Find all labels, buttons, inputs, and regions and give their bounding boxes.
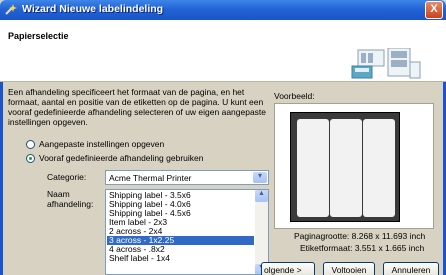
- chevron-down-icon[interactable]: ▾: [253, 171, 267, 183]
- preview-box: [274, 103, 434, 229]
- predefined-layout-radio[interactable]: [26, 153, 35, 163]
- label-sheets-icon: [351, 48, 421, 79]
- title-bar: Wizard Nieuwe labelindeling X: [0, 0, 446, 20]
- category-select[interactable]: Acme Thermal Printer ▾: [105, 170, 269, 185]
- label-column: [330, 119, 362, 217]
- custom-settings-radio[interactable]: [26, 139, 35, 149]
- label-column: [363, 119, 395, 217]
- layout-name-label: Naam: [47, 189, 70, 199]
- label-format-value: 3.551 x 1.665 inch: [354, 243, 425, 253]
- layout-list[interactable]: Shipping label - 3.5x6 Shipping label - …: [105, 189, 269, 275]
- scroll-up-icon[interactable]: ▲: [255, 190, 268, 202]
- list-item[interactable]: Shelf label - 1x4: [107, 254, 254, 263]
- page-size-value: 8.268 x 11.693 inch: [351, 231, 426, 241]
- finish-button[interactable]: Voltooien: [323, 262, 375, 275]
- label-column: [297, 119, 329, 217]
- close-icon: X: [430, 3, 438, 15]
- page-size-label: Paginagrootte:: [294, 231, 350, 241]
- description-text: Een afhandeling specificeert het formaat…: [8, 87, 267, 127]
- layout-name-label-line2: afhandeling:: [47, 199, 94, 209]
- cancel-button[interactable]: Annuleren: [383, 262, 439, 275]
- wizard-header: Papierselectie: [0, 20, 446, 82]
- predefined-layout-label: Vooraf gedefinieerde afhandeling gebruik…: [39, 153, 204, 163]
- label-sheet-preview: [290, 112, 400, 222]
- predefined-layout-option[interactable]: Vooraf gedefinieerde afhandeling gebruik…: [26, 153, 203, 163]
- category-value: Acme Thermal Printer: [109, 173, 192, 183]
- custom-settings-option[interactable]: Aangepaste instellingen opgeven: [26, 139, 164, 149]
- window-title: Wizard Nieuwe labelindeling: [22, 3, 164, 15]
- close-button[interactable]: X: [425, 1, 443, 19]
- label-format-label: Etiketformaat:: [300, 243, 353, 253]
- page-title: Papierselectie: [8, 31, 69, 41]
- category-label: Categorie:: [47, 172, 87, 182]
- preview-label: Voorbeeld:: [274, 91, 315, 101]
- page-size-row: Paginagrootte: 8.268 x 11.693 inch: [294, 231, 440, 241]
- custom-settings-label: Aangepaste instellingen opgeven: [39, 139, 165, 149]
- label-format-row: Etiketformaat: 3.551 x 1.665 inch: [300, 243, 446, 253]
- wizard-icon: [5, 4, 17, 15]
- next-button[interactable]: olgende >: [261, 262, 315, 275]
